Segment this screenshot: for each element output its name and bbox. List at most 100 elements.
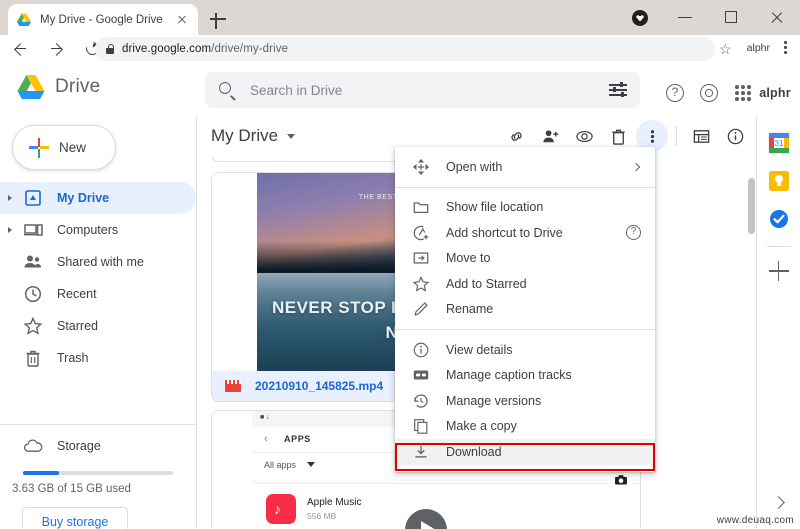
address-bar-url: drive.google.com/drive/my-drive	[122, 43, 289, 55]
sidebar-item-label: Shared with me	[57, 255, 144, 269]
help-icon[interactable]: ?	[626, 225, 641, 241]
chevron-right-icon	[631, 162, 641, 171]
drive-brand[interactable]: Drive	[16, 74, 100, 100]
heart-badge-icon[interactable]	[632, 10, 648, 26]
back-arrow-icon[interactable]	[6, 35, 36, 63]
help-icon[interactable]: ?	[660, 78, 690, 108]
context-menu-item-rename[interactable]: Rename	[395, 297, 655, 323]
browser-tab[interactable]: My Drive - Google Drive	[8, 4, 198, 35]
storage-row[interactable]: Storage	[0, 432, 196, 460]
copy-icon	[412, 417, 430, 435]
context-menu-item-download[interactable]: Download	[395, 439, 655, 465]
kebab-menu-icon[interactable]	[778, 41, 792, 57]
people-icon	[23, 252, 43, 272]
file-name: 20210910_145825.mp4	[255, 379, 384, 393]
context-menu-item-label: Manage versions	[446, 393, 542, 408]
search-bar[interactable]	[205, 72, 640, 108]
context-menu-item-move-to[interactable]: Move to	[395, 246, 655, 272]
context-menu-item-label: Open with	[446, 159, 503, 174]
close-icon[interactable]	[174, 12, 190, 28]
star-outline-icon	[412, 275, 430, 293]
sidebar-item-my-drive[interactable]: My Drive	[0, 182, 196, 214]
search-icon	[219, 81, 236, 99]
context-menu-item-label: Make a copy	[446, 419, 517, 434]
new-button[interactable]: New	[12, 125, 116, 170]
context-menu-item-add-to-starred[interactable]: Add to Starred	[395, 271, 655, 297]
closed-caption-icon	[412, 366, 430, 384]
context-menu-item-label: Add shortcut to Drive	[446, 225, 563, 240]
avatar[interactable]: alphr	[759, 78, 792, 108]
context-menu-item-make-a-copy[interactable]: Make a copy	[395, 414, 655, 440]
sidebar-item-recent[interactable]: Recent	[0, 278, 196, 310]
maximize-icon[interactable]	[708, 0, 754, 35]
svg-text:31: 31	[774, 139, 783, 148]
google-tasks-icon[interactable]	[768, 208, 790, 230]
breadcrumb[interactable]: My Drive	[211, 126, 278, 146]
context-menu-item-show-file-location[interactable]: Show file location	[395, 195, 655, 221]
browser-tab-title: My Drive - Google Drive	[40, 13, 163, 26]
expand-caret-icon[interactable]	[8, 195, 12, 201]
minimize-icon[interactable]	[662, 0, 708, 35]
forward-arrow-icon[interactable]	[42, 35, 72, 63]
toolbar-divider	[676, 126, 677, 146]
google-calendar-icon[interactable]: 31	[768, 132, 790, 154]
context-menu-item-label: Show file location	[446, 200, 544, 215]
google-apps-waffle-icon[interactable]	[728, 78, 758, 108]
phone-title: APPS	[284, 434, 311, 444]
details-info-icon[interactable]	[719, 120, 751, 152]
watermark: www.deuaq.com	[716, 515, 794, 526]
pencil-icon	[412, 300, 430, 318]
google-keep-icon[interactable]	[768, 170, 790, 192]
sidebar-item-computers[interactable]: Computers	[0, 214, 196, 246]
chevron-down-icon[interactable]	[287, 133, 296, 139]
context-menu-item-label: Move to	[446, 251, 491, 266]
new-button-label: New	[59, 140, 87, 155]
sidebar: New My Drive Computers Shared with me Re…	[0, 116, 196, 529]
video-file-icon	[225, 380, 241, 392]
buy-storage-button[interactable]: Buy storage	[22, 506, 128, 529]
storage-progress-fill	[23, 471, 59, 475]
context-menu-item-label: Rename	[446, 302, 494, 317]
context-menu-item-view-details[interactable]: View details	[395, 337, 655, 363]
settings-gear-icon[interactable]	[694, 78, 724, 108]
context-menu-separator	[395, 329, 655, 330]
phone-filter: All apps	[264, 460, 297, 470]
google-drive-favicon	[16, 12, 32, 28]
context-menu-item-label: Add to Starred	[446, 276, 527, 291]
browser-tab-strip: My Drive - Google Drive	[0, 0, 800, 35]
lock-icon	[106, 44, 115, 54]
new-tab-button[interactable]	[208, 9, 228, 29]
context-menu-separator	[395, 186, 655, 188]
address-bar[interactable]: drive.google.com/drive/my-drive	[95, 37, 715, 61]
chevron-down-icon	[307, 462, 315, 467]
sidebar-item-label: Recent	[57, 287, 97, 301]
sidebar-nav-list: My Drive Computers Shared with me Recent…	[0, 182, 196, 374]
browser-profile-label[interactable]: alphr	[747, 42, 770, 54]
info-circle-icon	[412, 341, 430, 359]
list-view-icon[interactable]	[685, 120, 717, 152]
context-menu-item-manage-caption-tracks[interactable]: Manage caption tracks	[395, 363, 655, 389]
search-input[interactable]	[250, 82, 609, 98]
sidebar-item-shared-with-me[interactable]: Shared with me	[0, 246, 196, 278]
star-icon[interactable]: ☆	[719, 42, 733, 56]
drive-header: Drive ? alphr	[0, 63, 800, 116]
storage-used-text: 3.63 GB of 15 GB used	[12, 482, 131, 495]
expand-caret-icon[interactable]	[8, 227, 12, 233]
expand-chevron-icon[interactable]	[771, 496, 785, 509]
window-close-icon[interactable]	[754, 0, 800, 35]
download-icon	[412, 443, 430, 461]
add-app-plus-icon[interactable]	[768, 261, 789, 281]
move-to-icon	[412, 249, 430, 267]
context-menu: Open with Show file location Add shortcu…	[395, 147, 655, 472]
sidebar-item-starred[interactable]: Starred	[0, 310, 196, 342]
sidebar-item-trash[interactable]: Trash	[0, 342, 196, 374]
context-menu-item-add-shortcut-to-drive[interactable]: Add shortcut to Drive ?	[395, 220, 655, 246]
context-menu-item-manage-versions[interactable]: Manage versions	[395, 388, 655, 414]
vertical-scrollbar[interactable]	[748, 178, 755, 234]
computer-icon	[23, 220, 43, 240]
tune-filter-icon[interactable]	[609, 82, 627, 98]
right-side-panel: 31	[756, 116, 800, 529]
context-menu-item-open-with[interactable]: Open with	[395, 154, 655, 180]
clock-icon	[23, 284, 43, 304]
storage-section: Storage 3.63 GB of 15 GB used Buy storag…	[0, 432, 196, 529]
